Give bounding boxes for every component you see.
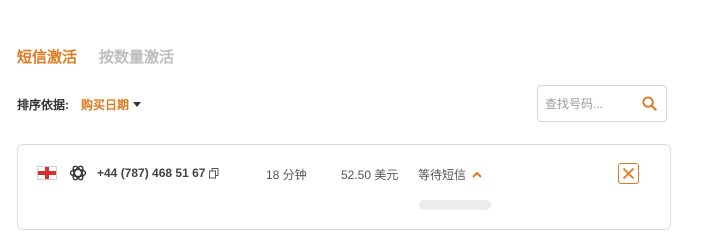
search-input[interactable] [545, 96, 640, 111]
order-row: +44 (787) 468 51 67 18 分钟 52.50 美元 等待短信 [18, 163, 670, 184]
openai-icon [68, 163, 88, 183]
chevron-up-icon [472, 171, 482, 178]
loading-placeholder-bar [419, 200, 491, 210]
close-icon [622, 167, 635, 180]
order-price: 52.50 美元 [341, 168, 399, 182]
status-toggle[interactable]: 等待短信 [418, 166, 482, 183]
search-box [537, 85, 667, 122]
order-card: +44 (787) 468 51 67 18 分钟 52.50 美元 等待短信 [17, 144, 671, 230]
tab-quantity-activation[interactable]: 按数量激活 [99, 46, 174, 67]
search-icon[interactable] [640, 95, 658, 113]
sort-dropdown[interactable]: 购买日期 [81, 96, 142, 113]
copy-icon[interactable] [209, 167, 219, 179]
caret-down-icon [133, 102, 142, 107]
activation-tabs: 短信激活 按数量激活 [17, 46, 174, 67]
cancel-order-button[interactable] [618, 163, 639, 184]
sort-control: 排序依据: 购买日期 [17, 96, 142, 113]
sort-value-label: 购买日期 [81, 98, 130, 112]
status-label: 等待短信 [418, 168, 467, 182]
sort-label: 排序依据: [17, 98, 69, 112]
phone-number-text: +44 (787) 468 51 67 [97, 166, 206, 180]
england-flag-icon [37, 166, 57, 180]
order-duration: 18 分钟 [266, 168, 307, 182]
tab-sms-activation[interactable]: 短信激活 [17, 46, 77, 67]
phone-number: +44 (787) 468 51 67 [97, 166, 219, 180]
